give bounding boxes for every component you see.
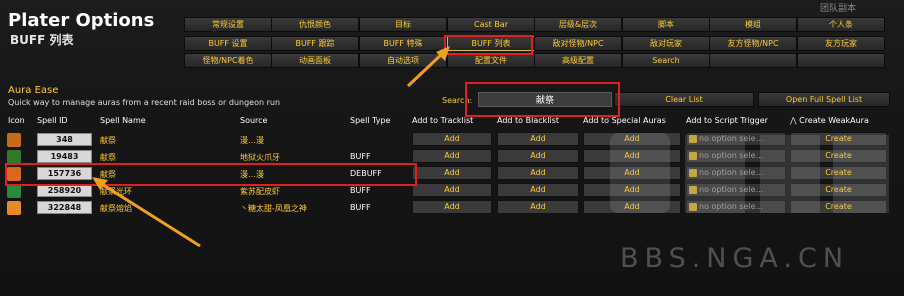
column-header-add-blacklist: Add to Blacklist [497, 116, 559, 125]
tab-0-7[interactable]: 个人条 [797, 17, 885, 32]
open-full-spell-list-button[interactable]: Open Full Spell List [758, 92, 890, 107]
tab-1-0[interactable]: BUFF 设置 [184, 36, 272, 51]
tab-0-5[interactable]: 脚本 [622, 17, 710, 32]
column-header-source: Source [240, 116, 268, 125]
watermark-logo [610, 133, 889, 213]
spell-id[interactable]: 322848 [37, 201, 92, 214]
column-header-add-tracklist: Add to Tracklist [412, 116, 474, 125]
spell-id[interactable]: 19483 [37, 150, 92, 163]
spell-source: 地狱火爪牙 [240, 153, 280, 162]
tab-2-4[interactable]: 高级配置 [534, 53, 622, 68]
add-blacklist-button[interactable]: Add [497, 149, 579, 163]
tab-1-4[interactable]: 敌对怪物/NPC [534, 36, 622, 51]
add-blacklist-button[interactable]: Add [497, 200, 579, 214]
page-subtitle: BUFF 列表 [10, 33, 74, 47]
column-header-add-script-trigger: Add to Script Trigger [686, 116, 768, 125]
spell-icon [7, 133, 21, 147]
add-blacklist-button[interactable]: Add [497, 132, 579, 146]
spell-source: 丶糖太甜-凤凰之神 [240, 204, 307, 213]
tab-1-6[interactable]: 友方怪物/NPC [709, 36, 797, 51]
spell-type: BUFF [350, 152, 371, 161]
tab-0-0[interactable]: 常规设置 [184, 17, 272, 32]
clear-list-button[interactable]: Clear List [614, 92, 754, 107]
highlight-row [5, 163, 417, 186]
tab-0-3[interactable]: Cast Bar [447, 17, 535, 32]
spell-icon [7, 150, 21, 164]
tab-empty [797, 53, 885, 68]
spell-name: 献祭 [100, 136, 116, 145]
spell-name: 献祭光环 [100, 187, 132, 196]
column-header-spell-id: Spell ID [37, 116, 68, 125]
spell-source: 紫苏配皮虾 [240, 187, 280, 196]
column-header-icon: Icon [8, 116, 25, 125]
tab-2-3[interactable]: 配置文件 [447, 53, 535, 68]
add-tracklist-button[interactable]: Add [412, 183, 492, 197]
spell-name: 献祭 [100, 153, 116, 162]
spell-name: 献祭熔焰 [100, 204, 132, 213]
tab-1-1[interactable]: BUFF 跟踪 [271, 36, 359, 51]
window-title: Plater Options [8, 10, 155, 31]
tab-0-1[interactable]: 仇恨颜色 [271, 17, 359, 32]
watermark-text: BBS.NGA.CN [620, 243, 850, 274]
weakaura-icon: ⋀ [790, 116, 800, 125]
spell-source: 漫…漫 [240, 136, 264, 145]
section-description: Quick way to manage auras from a recent … [8, 98, 281, 107]
column-header-create-weakaura: ⋀ Create WeakAura [790, 116, 869, 125]
column-header-spell-name: Spell Name [100, 116, 146, 125]
add-tracklist-button[interactable]: Add [412, 166, 492, 180]
spell-icon [7, 201, 21, 215]
tab-empty [709, 53, 797, 68]
add-tracklist-button[interactable]: Add [412, 132, 492, 146]
highlight-selected-tab [444, 35, 533, 55]
add-blacklist-button[interactable]: Add [497, 166, 579, 180]
tab-0-4[interactable]: 层级&层次 [534, 17, 622, 32]
tab-0-2[interactable]: 目标 [359, 17, 447, 32]
add-tracklist-button[interactable]: Add [412, 200, 492, 214]
column-header-add-special: Add to Special Auras [583, 116, 666, 125]
section-title: Aura Ease [8, 85, 59, 96]
tab-1-5[interactable]: 敌对玩家 [622, 36, 710, 51]
spell-type: BUFF [350, 203, 371, 212]
tab-2-2[interactable]: 自动选项 [359, 53, 447, 68]
column-header-create-weakaura-label: Create WeakAura [799, 116, 869, 125]
tab-2-1[interactable]: 动画面板 [271, 53, 359, 68]
tab-0-6[interactable]: 模组 [709, 17, 797, 32]
spell-id[interactable]: 348 [37, 133, 92, 146]
tab-1-2[interactable]: BUFF 特殊 [359, 36, 447, 51]
add-tracklist-button[interactable]: Add [412, 149, 492, 163]
tab-2-5[interactable]: Search [622, 53, 710, 68]
column-header-spell-type: Spell Type [350, 116, 391, 125]
corner-text: 团队副本 [820, 4, 857, 14]
spell-type: BUFF [350, 186, 371, 195]
add-blacklist-button[interactable]: Add [497, 183, 579, 197]
tab-2-0[interactable]: 怪物/NPC着色 [184, 53, 272, 68]
highlight-search [465, 82, 620, 117]
tab-1-7[interactable]: 友方玩家 [797, 36, 885, 51]
spell-icon [7, 184, 21, 198]
